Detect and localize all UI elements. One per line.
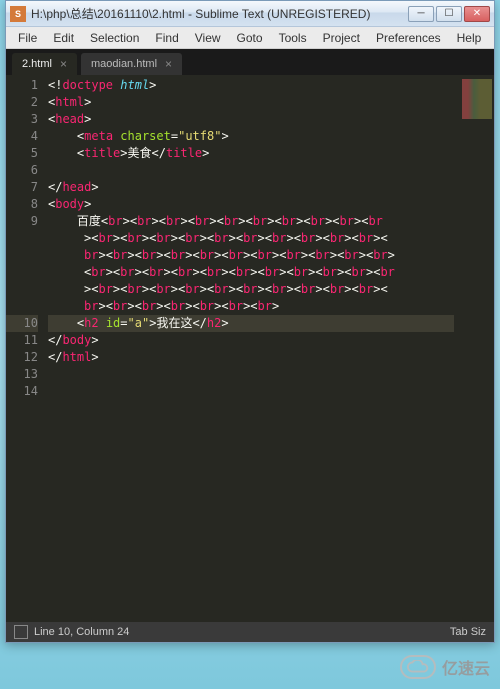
code-line: <title>美食</title>	[48, 145, 494, 162]
menu-project[interactable]: Project	[315, 29, 368, 47]
code-line: </html>	[48, 349, 494, 366]
code-line	[48, 366, 494, 383]
line-number	[6, 247, 38, 264]
maximize-button[interactable]: ☐	[436, 6, 462, 22]
line-number	[6, 230, 38, 247]
statusbar-icon[interactable]	[14, 625, 28, 639]
line-number	[6, 264, 38, 281]
line-number: 2	[6, 94, 38, 111]
line-number: 1	[6, 77, 38, 94]
app-icon: S	[10, 6, 26, 22]
code-line: <meta charset="utf8">	[48, 128, 494, 145]
line-number: 14	[6, 383, 38, 400]
tab-close-icon[interactable]: ×	[165, 57, 172, 71]
line-number: 12	[6, 349, 38, 366]
code-line: <head>	[48, 111, 494, 128]
menubar: File Edit Selection Find View Goto Tools…	[6, 27, 494, 49]
line-number: 9	[6, 213, 38, 230]
statusbar: Line 10, Column 24 Tab Siz	[6, 622, 494, 642]
line-number: 11	[6, 332, 38, 349]
code-line: ><br><br><br><br><br><br><br><br><br><br…	[48, 281, 494, 298]
gutter: 1 2 3 4 5 6 7 8 9 10 11 12 13 14	[6, 75, 48, 622]
watermark: 亿速云	[400, 655, 490, 679]
close-button[interactable]: ✕	[464, 6, 490, 22]
code-line: br><br><br><br><br><br><br>	[48, 298, 494, 315]
code-area[interactable]: <!doctype html> <html> <head> <meta char…	[48, 75, 494, 622]
menu-view[interactable]: View	[187, 29, 229, 47]
menu-selection[interactable]: Selection	[82, 29, 147, 47]
minimap-viewport	[462, 79, 492, 119]
minimap[interactable]	[454, 75, 494, 622]
indentation-info[interactable]: Tab Siz	[450, 626, 486, 638]
menu-file[interactable]: File	[10, 29, 45, 47]
menu-edit[interactable]: Edit	[45, 29, 82, 47]
cloud-icon	[400, 655, 436, 679]
code-line: </head>	[48, 179, 494, 196]
tab-label: 2.html	[22, 58, 52, 70]
watermark-text: 亿速云	[442, 655, 490, 679]
tab-label: maodian.html	[91, 58, 157, 70]
code-line: br><br><br><br><br><br><br><br><br><br><…	[48, 247, 494, 264]
code-line: <!doctype html>	[48, 77, 494, 94]
titlebar: S H:\php\总结\20161110\2.html - Sublime Te…	[6, 1, 494, 27]
code-line	[48, 383, 494, 400]
window-controls: ─ ☐ ✕	[408, 6, 490, 22]
cursor-position: Line 10, Column 24	[34, 626, 129, 638]
code-line: 百度<br><br><br><br><br><br><br><br><br><b…	[48, 213, 494, 230]
tab-close-icon[interactable]: ×	[60, 57, 67, 71]
menu-tools[interactable]: Tools	[271, 29, 315, 47]
menu-preferences[interactable]: Preferences	[368, 29, 449, 47]
menu-help[interactable]: Help	[449, 29, 490, 47]
line-number: 10	[6, 315, 38, 332]
tabbar: 2.html × maodian.html ×	[6, 49, 494, 75]
window-title: H:\php\总结\20161110\2.html - Sublime Text…	[31, 5, 408, 22]
code-line: </body>	[48, 332, 494, 349]
line-number: 13	[6, 366, 38, 383]
code-line: <html>	[48, 94, 494, 111]
app-window: S H:\php\总结\20161110\2.html - Sublime Te…	[5, 0, 495, 643]
line-number: 3	[6, 111, 38, 128]
menu-find[interactable]: Find	[147, 29, 186, 47]
menu-goto[interactable]: Goto	[229, 29, 271, 47]
line-number: 4	[6, 128, 38, 145]
code-line: <body>	[48, 196, 494, 213]
code-line: ><br><br><br><br><br><br><br><br><br><br…	[48, 230, 494, 247]
tab-2-html[interactable]: 2.html ×	[12, 53, 77, 75]
tab-maodian-html[interactable]: maodian.html ×	[81, 53, 182, 75]
code-line: <h2 id="a">我在这</h2>	[48, 315, 494, 332]
line-number: 5	[6, 145, 38, 162]
editor[interactable]: 1 2 3 4 5 6 7 8 9 10 11 12 13 14 <!docty…	[6, 75, 494, 622]
line-number: 8	[6, 196, 38, 213]
minimize-button[interactable]: ─	[408, 6, 434, 22]
line-number	[6, 281, 38, 298]
code-line	[48, 162, 494, 179]
line-number	[6, 298, 38, 315]
line-number: 6	[6, 162, 38, 179]
line-number: 7	[6, 179, 38, 196]
code-line: <br><br><br><br><br><br><br><br><br><br>…	[48, 264, 494, 281]
